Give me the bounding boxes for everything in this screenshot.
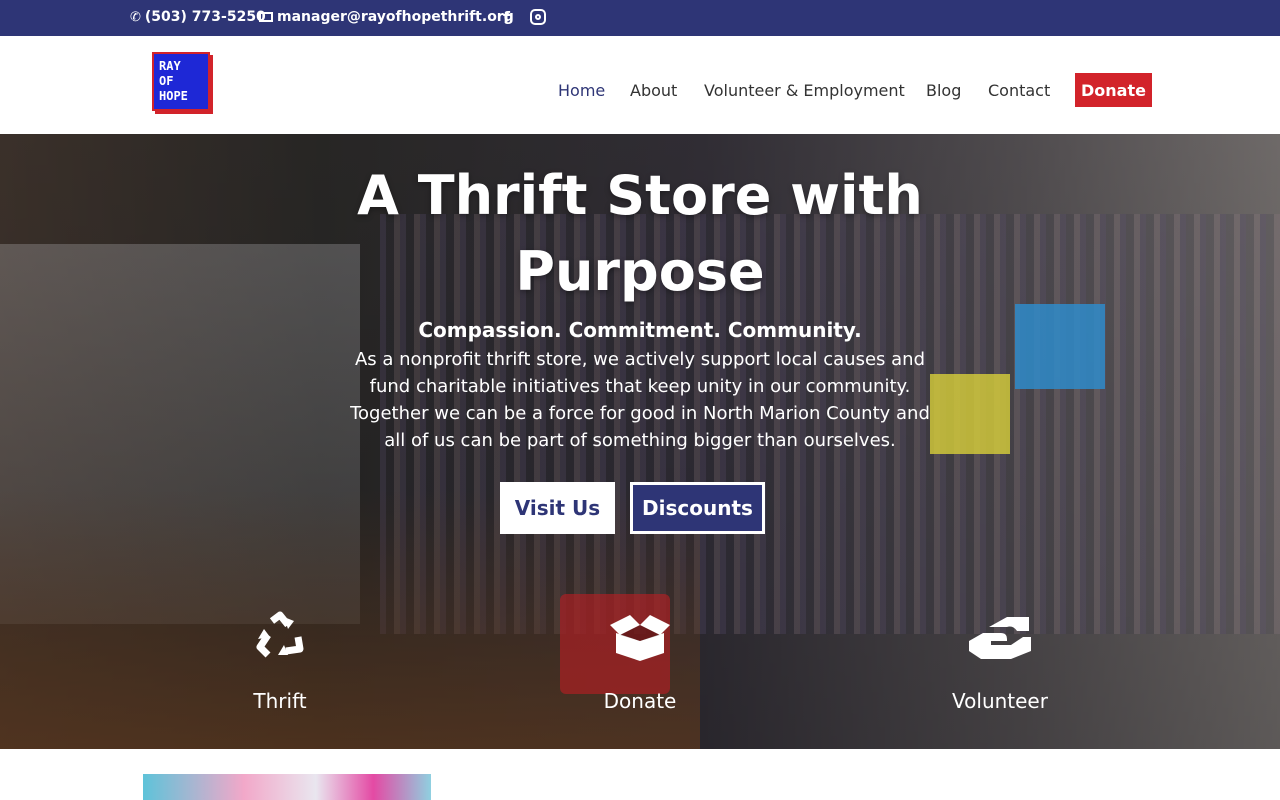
- feature-volunteer[interactable]: Volunteer: [900, 609, 1100, 713]
- nav-about[interactable]: About: [630, 81, 677, 100]
- visit-us-button[interactable]: Visit Us: [500, 482, 615, 534]
- envelope-icon: [259, 12, 273, 22]
- facebook-icon[interactable]: f: [503, 8, 510, 27]
- nav-contact[interactable]: Contact: [988, 81, 1050, 100]
- top-bar: ✆ (503) 773-5250 manager@rayofhopethrift…: [0, 0, 1280, 36]
- feature-thrift[interactable]: Thrift: [180, 609, 380, 713]
- instagram-icon[interactable]: [530, 9, 546, 25]
- phone-number: (503) 773-5250: [144, 9, 266, 25]
- nav-home[interactable]: Home: [558, 81, 605, 100]
- hero-bg-sale-sign: [1015, 304, 1105, 389]
- nav-volunteer-employment[interactable]: Volunteer & Employment: [704, 81, 905, 100]
- phone-link[interactable]: ✆ (503) 773-5250: [130, 9, 266, 25]
- feature-volunteer-label: Volunteer: [952, 689, 1048, 713]
- feature-donate[interactable]: Donate: [540, 609, 740, 713]
- logo-line: RAY: [159, 59, 181, 73]
- featured-image-thumbnail[interactable]: [143, 774, 431, 800]
- discounts-button[interactable]: Discounts: [630, 482, 765, 534]
- feature-donate-label: Donate: [603, 689, 677, 713]
- nav-donate-button[interactable]: Donate: [1075, 73, 1152, 107]
- recycle-icon: [180, 609, 380, 665]
- open-box-icon: [540, 609, 740, 665]
- hero-title: A Thrift Store with Purpose: [357, 164, 923, 303]
- hero-description: As a nonprofit thrift store, we actively…: [350, 349, 930, 451]
- handshake-icon: [900, 609, 1100, 665]
- feature-thrift-label: Thrift: [253, 689, 307, 713]
- main-nav: Home About Volunteer & Employment Blog C…: [0, 73, 1280, 107]
- hero-section: A Thrift Store with Purpose Compassion. …: [0, 134, 1280, 749]
- email-link[interactable]: manager@rayofhopethrift.org: [259, 9, 514, 25]
- site-header: RAY OF HOPE Home About Volunteer & Emplo…: [0, 36, 1280, 134]
- phone-icon: ✆: [130, 9, 141, 25]
- email-address: manager@rayofhopethrift.org: [277, 9, 514, 25]
- hero-bg-discount-sign: [930, 374, 1010, 454]
- hero-tagline: Compassion. Commitment. Community.: [418, 318, 862, 342]
- nav-blog[interactable]: Blog: [926, 81, 961, 100]
